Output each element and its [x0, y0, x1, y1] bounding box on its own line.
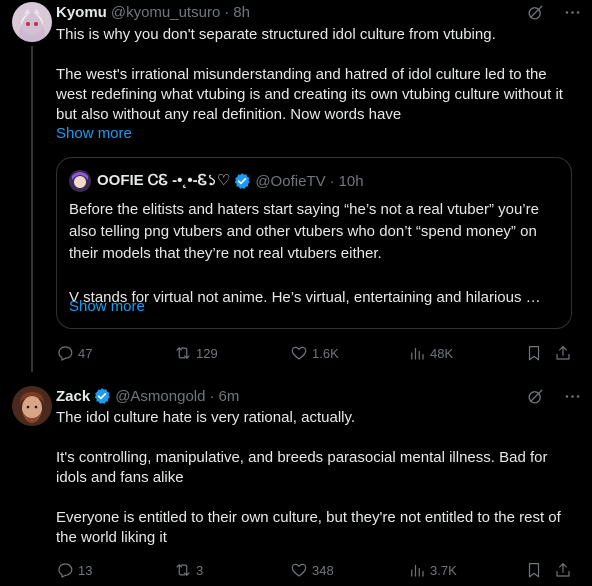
- quote-avatar: [69, 170, 91, 192]
- repost-button[interactable]: 129: [174, 344, 218, 362]
- quote-header: OOFIE ᏟᏋ -•˛•-Ꮛ১♡ @OofieTV · 10h: [69, 170, 364, 192]
- heart-icon: [291, 346, 307, 360]
- reply-button[interactable]: 13: [56, 561, 92, 579]
- views-icon: [411, 347, 424, 360]
- action-bar: 13 3 348 3.7K: [56, 560, 576, 580]
- tweet-text: The idol culture hate is very rational, …: [56, 409, 561, 546]
- separator-dot: ·: [209, 387, 215, 405]
- views-icon: [411, 564, 424, 577]
- view-count: 48K: [430, 345, 454, 361]
- author-name[interactable]: Kyomu: [56, 4, 107, 21]
- like-button[interactable]: 348: [290, 561, 334, 579]
- repost-icon: [176, 347, 190, 359]
- reply-count: 13: [78, 562, 93, 578]
- separator-dot: ·: [224, 3, 230, 21]
- quote-author-name: OOFIE ᏟᏋ -•˛•-Ꮛ১♡: [97, 171, 231, 189]
- more-icon[interactable]: [563, 3, 582, 27]
- quote-text: Before the elitists and haters start say…: [69, 201, 541, 306]
- reply-icon: [58, 346, 73, 361]
- share-button[interactable]: [554, 561, 572, 579]
- author-handle[interactable]: @kyomu_utsuro: [111, 4, 220, 21]
- repost-button[interactable]: 3: [174, 561, 203, 579]
- views-button[interactable]: 48K: [408, 344, 453, 362]
- timestamp[interactable]: 6m: [218, 388, 239, 405]
- verified-badge-icon: [234, 173, 251, 189]
- author-name[interactable]: Zack: [56, 388, 90, 405]
- reply-button[interactable]: 47: [56, 344, 92, 362]
- show-more-link[interactable]: Show more: [56, 125, 132, 142]
- like-count: 1.6K: [312, 345, 339, 361]
- verified-badge-icon: [94, 388, 111, 404]
- share-icon: [556, 346, 570, 360]
- quote-timestamp: 10h: [338, 172, 364, 190]
- tweet-header: Kyomu @kyomu_utsuro · 8h: [56, 2, 250, 22]
- bookmark-icon: [528, 563, 540, 578]
- view-count: 3.7K: [430, 562, 457, 578]
- reply-icon: [58, 563, 73, 578]
- thread-line: [31, 46, 33, 372]
- tweet-kyomu[interactable]: Kyomu @kyomu_utsuro · 8h This is why you…: [0, 0, 592, 372]
- views-button[interactable]: 3.7K: [408, 561, 457, 579]
- repost-count: 3: [196, 562, 204, 578]
- tweet-text: This is why you don't separate structure…: [56, 26, 563, 123]
- avatar[interactable]: [12, 2, 52, 42]
- avatar[interactable]: [12, 386, 52, 426]
- tweet-zack[interactable]: Zack @Asmongold · 6m The idol culture ha…: [0, 384, 592, 586]
- reply-count: 47: [78, 345, 93, 361]
- like-count: 348: [312, 562, 334, 578]
- bookmark-button[interactable]: [525, 344, 543, 362]
- repost-icon: [176, 564, 190, 576]
- quoted-tweet[interactable]: OOFIE ᏟᏋ -•˛•-Ꮛ১♡ @OofieTV · 10h Before …: [56, 157, 572, 329]
- like-button[interactable]: 1.6K: [290, 344, 339, 362]
- quote-author-handle: @OofieTV: [255, 172, 326, 190]
- grok-icon[interactable]: [526, 3, 545, 27]
- share-button[interactable]: [554, 344, 572, 362]
- top-actions: [526, 3, 582, 27]
- share-icon: [556, 563, 570, 577]
- author-handle[interactable]: @Asmongold: [115, 388, 205, 405]
- tweet-header: Zack @Asmongold · 6m: [56, 386, 239, 406]
- quote-show-more-link[interactable]: Show more: [69, 298, 145, 315]
- timestamp[interactable]: 8h: [233, 4, 250, 21]
- separator-dot: ·: [329, 172, 335, 190]
- bookmark-button[interactable]: [525, 561, 543, 579]
- bookmark-icon: [528, 346, 540, 361]
- action-bar: 47 129 1.6K 48K: [56, 343, 576, 363]
- heart-icon: [291, 563, 307, 577]
- repost-count: 129: [196, 345, 218, 361]
